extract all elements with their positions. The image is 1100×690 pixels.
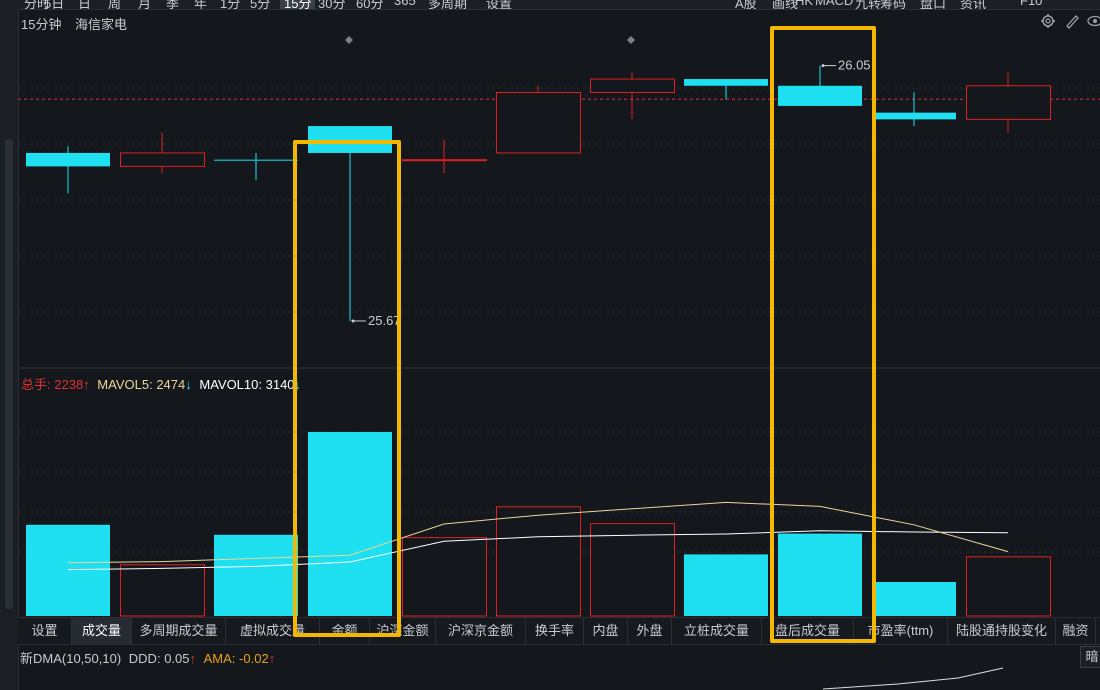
toolbar-item-3[interactable]: 周	[108, 0, 121, 9]
vol-legend-value: 2238	[54, 377, 84, 392]
stock-name: 海信家电	[75, 17, 128, 32]
toolbar-item-13[interactable]: 多周期	[428, 0, 467, 9]
toolbar-item-12[interactable]: 365	[394, 0, 416, 8]
event-marker-icon	[345, 36, 353, 44]
kline-chart[interactable]: 26.0525.67	[18, 32, 1100, 617]
tab-14[interactable]: 融资	[1056, 618, 1096, 644]
toolbar-right-item-6[interactable]: 盘口	[920, 0, 946, 9]
highlight-box-2	[770, 26, 876, 643]
ma5-legend-value: 2474	[156, 377, 186, 392]
candle	[590, 72, 675, 120]
candle-body	[402, 159, 487, 162]
eye-icon[interactable]	[1087, 13, 1100, 32]
toolbar-right-item-4[interactable]: 九转	[855, 0, 881, 9]
volume-bar	[496, 506, 581, 617]
candle-body	[966, 85, 1051, 120]
candle	[214, 152, 298, 180]
candle-body	[590, 78, 675, 93]
toolbar-right-item-5[interactable]: 筹码	[880, 0, 906, 9]
indicator-pane: 新DMA(10,50,10) DDD: 0.05↑ AMA: -0.02↑ 暗	[18, 644, 1100, 690]
toolbar-item-6[interactable]: 年	[194, 0, 207, 9]
toolbar-item-10[interactable]: 30分	[318, 0, 345, 9]
toolbar-right-item-2[interactable]: HK	[795, 0, 813, 8]
dma-line	[822, 667, 1004, 690]
volume-bar	[26, 524, 110, 616]
ma10-legend-label: MAVOL10:	[199, 377, 262, 392]
period-label: 15分钟	[21, 17, 62, 32]
candle-body	[214, 159, 298, 161]
theme-toggle-button[interactable]: 暗	[1080, 646, 1100, 668]
candle-body	[120, 152, 205, 167]
candle-body	[872, 112, 956, 120]
volume-bar	[872, 582, 956, 616]
volume-bar	[590, 523, 675, 617]
candle	[966, 72, 1051, 133]
toolbar-item-5[interactable]: 季	[166, 0, 179, 9]
vol-up-arrow-icon: ↑	[83, 377, 90, 392]
candle	[26, 146, 110, 194]
top-toolbar: 分时 5日日周月季年 1分 5分 15分 30分 60分 365 多周期 设置 A股 画线 HK MACD…	[0, 0, 1100, 10]
toolbar-item-11[interactable]: 60分	[356, 0, 383, 9]
toolbar-item-8[interactable]: 5分	[250, 0, 270, 9]
tab-8[interactable]: 内盘	[584, 618, 628, 644]
ma5-down-arrow-icon: ↓	[185, 377, 192, 392]
toolbar-right-item-7[interactable]: 资讯	[960, 0, 986, 9]
candle	[872, 92, 956, 127]
toolbar-item-7[interactable]: 1分	[220, 0, 240, 9]
dma-chart	[822, 667, 1004, 690]
settings-icon[interactable]	[1040, 13, 1056, 32]
highlight-box-1	[293, 140, 401, 637]
volume-bar	[966, 556, 1051, 617]
candle-body	[496, 91, 581, 154]
tab-1[interactable]: 成交量	[72, 618, 132, 644]
volume-legend: 总手: 2238↑ MAVOL5: 2474↓ MAVOL10: 3140↓	[21, 374, 301, 393]
tab-0[interactable]: 设置	[18, 618, 72, 644]
candle	[120, 132, 205, 174]
ma10-legend-value: 3140	[265, 377, 295, 392]
toolbar-right-item-3[interactable]: MACD	[815, 0, 853, 8]
vol-legend-label: 总手:	[21, 377, 51, 392]
volume-bar	[120, 564, 205, 617]
toolbar-right-item-0[interactable]: A股	[735, 0, 757, 9]
volume-bar	[214, 534, 298, 616]
candle	[496, 85, 581, 154]
toolbar-item-14[interactable]: 设置	[486, 0, 512, 9]
toolbar-right-item-8[interactable]: F10	[1020, 0, 1042, 8]
event-marker-icon	[627, 36, 635, 44]
candle	[402, 139, 487, 174]
toolbar-item-2[interactable]: 日	[78, 0, 91, 9]
pen-icon[interactable]	[1064, 13, 1080, 32]
volume-bar	[684, 554, 768, 616]
candle-body	[26, 152, 110, 167]
toolbar-item-4[interactable]: 月	[138, 0, 151, 9]
left-scrollbar[interactable]	[5, 139, 13, 609]
candle-body	[684, 79, 768, 86]
tab-10[interactable]: 立桩成交量	[672, 618, 762, 644]
toolbar-item-9[interactable]: 15分	[280, 0, 316, 9]
indicator-tabs: 设置 成交量 多周期成交量 虚拟成交量 金额 沪深金额 沪深京金额 换手率 内盘 外盘 立桩成交量盘…	[18, 617, 1100, 645]
volume-bar	[402, 537, 487, 617]
left-panel-strip	[0, 9, 19, 690]
tab-9[interactable]: 外盘	[628, 618, 672, 644]
candle	[684, 79, 768, 100]
ma5-legend-label: MAVOL5:	[97, 377, 153, 392]
tab-7[interactable]: 换手率	[526, 618, 584, 644]
tab-13[interactable]: 陆股通持股变化	[948, 618, 1056, 644]
tab-2[interactable]: 多周期成交量	[132, 618, 226, 644]
toolbar-item-1[interactable]: 5日	[44, 0, 64, 9]
tab-6[interactable]: 沪深京金额	[436, 618, 526, 644]
